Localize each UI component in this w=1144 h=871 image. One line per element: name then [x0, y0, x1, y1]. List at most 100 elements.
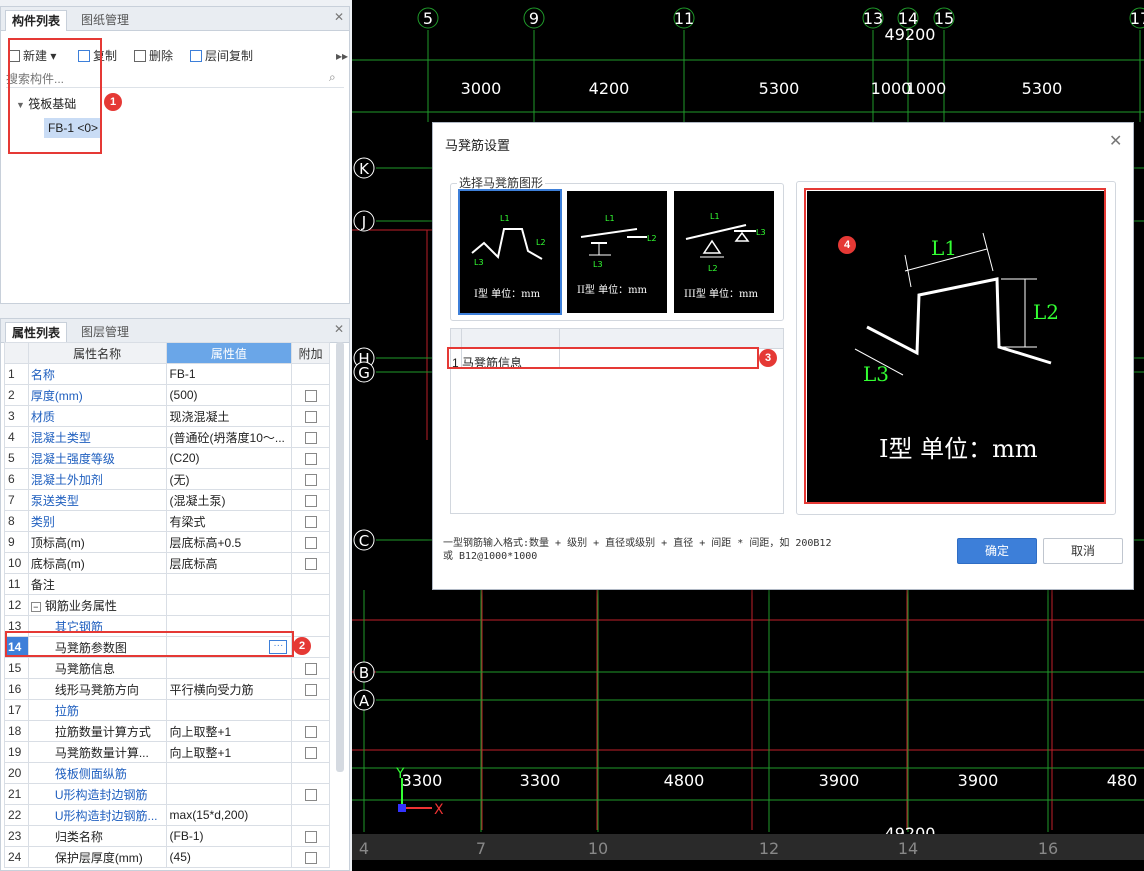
collapse-icon[interactable]: −	[30, 601, 41, 612]
shape-type-1[interactable]: L1 L2 L3 I型 单位：mm	[458, 189, 562, 315]
extra-checkbox-cell[interactable]	[291, 405, 330, 427]
property-value[interactable]	[165, 594, 293, 616]
table-row[interactable]: 10 底标高(m) 层底标高	[4, 552, 330, 574]
property-value[interactable]: 平行横向受力筋	[165, 678, 293, 700]
property-value[interactable]: (普通砼(坍落度10～...	[165, 426, 293, 448]
input-format-hint: 一型钢筋输入格式:数量 + 级别 + 直径或级别 + 直径 + 间距 * 间距，…	[443, 537, 831, 563]
floor-copy-icon	[190, 50, 202, 62]
extra-checkbox[interactable]	[304, 410, 317, 423]
extra-checkbox[interactable]	[304, 662, 317, 675]
table-row[interactable]: 16 线形马凳筋方向 平行横向受力筋	[4, 678, 330, 700]
extra-checkbox-cell[interactable]	[291, 720, 330, 742]
extra-checkbox[interactable]	[304, 515, 317, 528]
ok-button[interactable]: 确定	[957, 538, 1037, 564]
property-value[interactable]: 现浇混凝土	[165, 405, 293, 427]
table-row[interactable]: 2 厚度(mm) (500)	[4, 384, 330, 406]
property-value[interactable]: 向上取整+1	[165, 741, 293, 763]
extra-checkbox[interactable]	[304, 431, 317, 444]
property-value[interactable]: 层底标高	[165, 552, 293, 574]
scrollbar[interactable]	[336, 342, 344, 772]
property-value[interactable]: (无)	[165, 468, 293, 490]
extra-checkbox[interactable]	[304, 830, 317, 843]
table-row[interactable]: 12− 钢筋业务属性	[4, 594, 330, 616]
extra-checkbox-cell[interactable]	[291, 552, 330, 574]
property-value[interactable]	[165, 762, 293, 784]
extra-checkbox[interactable]	[304, 683, 317, 696]
search-icon[interactable]: ⌕	[329, 70, 336, 85]
extra-checkbox-cell[interactable]	[291, 783, 330, 805]
close-icon[interactable]: ✕	[334, 10, 344, 24]
extra-checkbox[interactable]	[304, 473, 317, 486]
table-row[interactable]: 20 筏板侧面纵筋	[4, 762, 330, 784]
property-value[interactable]: (FB-1)	[165, 825, 293, 847]
property-value[interactable]: max(15*d,200)	[165, 804, 293, 826]
extra-checkbox[interactable]	[304, 389, 317, 402]
shape-type-2[interactable]: L1 L2 L3 II型 单位：mm	[567, 191, 667, 313]
extra-checkbox[interactable]	[304, 557, 317, 570]
property-value[interactable]: 有梁式	[165, 510, 293, 532]
tab-drawing-manage[interactable]: 图纸管理	[75, 10, 135, 31]
property-value[interactable]: (45)	[165, 846, 293, 868]
table-row[interactable]: 23 归类名称 (FB-1)	[4, 825, 330, 847]
cancel-button[interactable]: 取消	[1043, 538, 1123, 564]
close-icon[interactable]: ✕	[334, 322, 344, 336]
extra-checkbox-cell[interactable]	[291, 657, 330, 679]
extra-checkbox-cell[interactable]	[291, 825, 330, 847]
extra-checkbox-cell[interactable]	[291, 510, 330, 532]
property-value[interactable]	[165, 573, 293, 595]
table-row[interactable]: 9 顶标高(m) 层底标高+0.5	[4, 531, 330, 553]
extra-checkbox[interactable]	[304, 725, 317, 738]
extra-checkbox-cell[interactable]	[291, 447, 330, 469]
table-row[interactable]: 22 U形构造封边钢筋... max(15*d,200)	[4, 804, 330, 826]
table-row[interactable]: 15 马凳筋信息	[4, 657, 330, 679]
property-value[interactable]: 层底标高+0.5	[165, 531, 293, 553]
more-icon[interactable]: ▸▸	[336, 44, 348, 68]
delete-button[interactable]: 删除	[134, 44, 173, 68]
shape-type-3[interactable]: L1 L3 L2 III型 单位：mm	[674, 191, 774, 313]
table-row[interactable]: 6 混凝土外加剂 (无)	[4, 468, 330, 490]
extra-checkbox[interactable]	[304, 788, 317, 801]
extra-checkbox-cell[interactable]	[291, 678, 330, 700]
property-value[interactable]	[165, 783, 293, 805]
extra-checkbox[interactable]	[304, 452, 317, 465]
extra-checkbox-cell[interactable]	[291, 741, 330, 763]
table-row[interactable]: 4 混凝土类型 (普通砼(坍落度10～...	[4, 426, 330, 448]
property-value[interactable]: 向上取整+1	[165, 720, 293, 742]
table-row[interactable]: 8 类别 有梁式	[4, 510, 330, 532]
extra-checkbox-cell[interactable]	[291, 426, 330, 448]
property-value[interactable]: (500)	[165, 384, 293, 406]
table-row[interactable]: 5 混凝土强度等级 (C20)	[4, 447, 330, 469]
extra-checkbox-cell[interactable]	[291, 384, 330, 406]
extra-checkbox-cell[interactable]	[291, 489, 330, 511]
property-value[interactable]	[165, 699, 293, 721]
extra-checkbox-cell[interactable]	[291, 468, 330, 490]
table-row[interactable]: 21 U形构造封边钢筋	[4, 783, 330, 805]
header-value: 属性值	[165, 342, 293, 364]
extra-checkbox[interactable]	[304, 494, 317, 507]
tab-layer-manage[interactable]: 图层管理	[75, 322, 135, 343]
extra-checkbox-cell[interactable]	[291, 531, 330, 553]
table-row[interactable]: 1 名称 FB-1	[4, 363, 330, 385]
extra-checkbox[interactable]	[304, 746, 317, 759]
floor-copy-button[interactable]: 层间复制	[190, 44, 253, 68]
extra-checkbox-cell[interactable]	[291, 846, 330, 868]
extra-checkbox[interactable]	[304, 851, 317, 864]
dimension-label: 4200	[589, 79, 630, 98]
table-row[interactable]: 7 泵送类型 (混凝土泵)	[4, 489, 330, 511]
property-name: U形构造封边钢筋...	[27, 804, 167, 826]
table-row[interactable]: 19 马凳筋数量计算... 向上取整+1	[4, 741, 330, 763]
tab-component-list[interactable]: 构件列表	[5, 10, 68, 31]
close-icon[interactable]: ✕	[1109, 131, 1122, 151]
table-row[interactable]: 24 保护层厚度(mm) (45)	[4, 846, 330, 868]
property-value[interactable]: (C20)	[165, 447, 293, 469]
table-row[interactable]: 3 材质 现浇混凝土	[4, 405, 330, 427]
property-value[interactable]	[165, 657, 293, 679]
extra-checkbox[interactable]	[304, 536, 317, 549]
tab-property-list[interactable]: 属性列表	[5, 322, 68, 343]
table-row[interactable]: 17 拉筋	[4, 699, 330, 721]
property-value[interactable]: (混凝土泵)	[165, 489, 293, 511]
property-name: U形构造封边钢筋	[27, 783, 167, 805]
property-value[interactable]: FB-1	[165, 363, 293, 385]
table-row[interactable]: 18 拉筋数量计算方式 向上取整+1	[4, 720, 330, 742]
table-row[interactable]: 11 备注	[4, 573, 330, 595]
